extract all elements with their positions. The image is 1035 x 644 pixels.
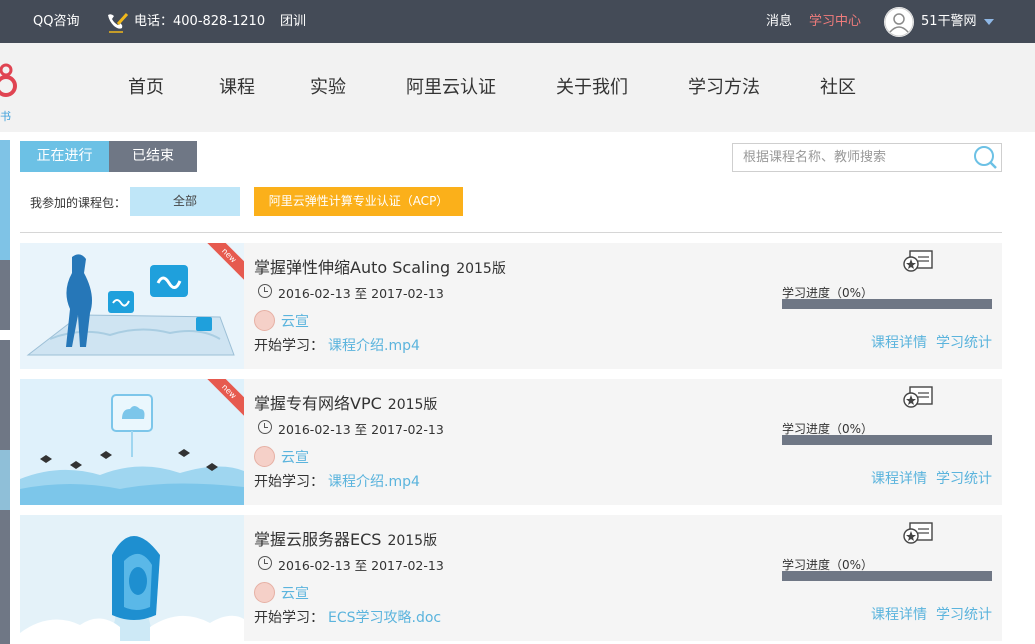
- nav-home[interactable]: 首页: [128, 43, 164, 132]
- teacher-name[interactable]: 云宣: [281, 311, 309, 331]
- filter-all-button[interactable]: 全部: [130, 187, 240, 216]
- course-title[interactable]: 掌握弹性伸缩Auto Scaling 2015版: [254, 254, 506, 278]
- course-title[interactable]: 掌握云服务器ECS 2015版: [254, 526, 437, 550]
- messages-link[interactable]: 消息: [766, 0, 792, 43]
- course-thumbnail[interactable]: new: [20, 243, 244, 369]
- username[interactable]: 51干警网: [921, 0, 977, 43]
- qq-consult-link[interactable]: QQ咨询: [33, 0, 79, 43]
- certificate-icon[interactable]: [902, 385, 934, 413]
- logo-icon[interactable]: [0, 58, 18, 98]
- course-card: 掌握云服务器ECS 2015版 2016-02-13 至 2017-02-13 云…: [20, 515, 1002, 641]
- course-dates: 2016-02-13 至 2017-02-13: [278, 558, 444, 573]
- course-package-label: 我参加的课程包：: [30, 196, 127, 210]
- course-thumbnail[interactable]: [20, 515, 244, 641]
- start-learning-link[interactable]: 课程介绍.mp4: [328, 335, 420, 355]
- course-stats-link[interactable]: 学习统计: [936, 332, 992, 352]
- learning-center-link[interactable]: 学习中心: [809, 0, 861, 43]
- start-learning-label: 开始学习：: [254, 338, 324, 354]
- phone-number: 电话：400-828-1210: [134, 14, 266, 29]
- start-learning-label: 开始学习：: [254, 474, 324, 490]
- left-sidebar-strip: [0, 140, 10, 644]
- course-title[interactable]: 掌握专有网络VPC 2015版: [254, 390, 437, 414]
- course-dates: 2016-02-13 至 2017-02-13: [278, 422, 444, 437]
- teacher-avatar: [254, 582, 275, 603]
- start-learning-link[interactable]: ECS学习攻略.doc: [328, 607, 441, 627]
- course-detail-link[interactable]: 课程详情: [871, 332, 927, 352]
- search-box: [732, 143, 1002, 172]
- clock-icon: [258, 420, 272, 434]
- nav-aliyun-cert[interactable]: 阿里云认证: [406, 43, 496, 132]
- logo-subtitle: 书: [0, 110, 11, 123]
- course-detail-link[interactable]: 课程详情: [871, 604, 927, 624]
- teacher-name[interactable]: 云宣: [281, 583, 309, 603]
- course-stats-link[interactable]: 学习统计: [936, 468, 992, 488]
- teacher-name[interactable]: 云宣: [281, 447, 309, 467]
- course-thumbnail[interactable]: new: [20, 379, 244, 505]
- course-detail-link[interactable]: 课程详情: [871, 468, 927, 488]
- group-training-link[interactable]: 团训: [280, 0, 306, 43]
- top-bar: QQ咨询 电话：400-828-1210 团训 消息 学习中心 51干警网: [0, 0, 1035, 43]
- progress-bar: [782, 299, 992, 309]
- course-card: new 掌握专有网络VPC 2015版 2016-02-13 至 2017-02-…: [20, 379, 1002, 505]
- certificate-icon[interactable]: [902, 521, 934, 549]
- course-card: new 掌握弹性伸缩Auto Scaling 2015版 2016-02-13 至…: [20, 243, 1002, 369]
- filter-acp-button[interactable]: 阿里云弹性计算专业认证（ACP）: [254, 187, 463, 216]
- nav-courses[interactable]: 课程: [219, 43, 255, 132]
- caret-down-icon[interactable]: [984, 19, 994, 25]
- phone-pen-icon: [108, 12, 129, 33]
- user-avatar-icon[interactable]: [884, 7, 914, 37]
- clock-icon: [258, 556, 272, 570]
- divider: [20, 232, 1002, 233]
- nav-labs[interactable]: 实验: [310, 43, 346, 132]
- search-icon[interactable]: [969, 144, 1001, 171]
- clock-icon: [258, 284, 272, 298]
- nav-about[interactable]: 关于我们: [556, 43, 628, 132]
- teacher-avatar: [254, 446, 275, 467]
- search-input[interactable]: [733, 144, 965, 171]
- start-learning-label: 开始学习：: [254, 610, 324, 626]
- course-stats-link[interactable]: 学习统计: [936, 604, 992, 624]
- nav-study-methods[interactable]: 学习方法: [688, 43, 760, 132]
- nav-community[interactable]: 社区: [820, 43, 856, 132]
- progress-bar: [782, 435, 992, 445]
- certificate-icon[interactable]: [902, 249, 934, 277]
- tab-in-progress[interactable]: 正在进行: [20, 141, 109, 172]
- progress-bar: [782, 571, 992, 581]
- start-learning-link[interactable]: 课程介绍.mp4: [328, 471, 420, 491]
- course-dates: 2016-02-13 至 2017-02-13: [278, 286, 444, 301]
- tab-ended[interactable]: 已结束: [109, 141, 197, 172]
- teacher-avatar: [254, 310, 275, 331]
